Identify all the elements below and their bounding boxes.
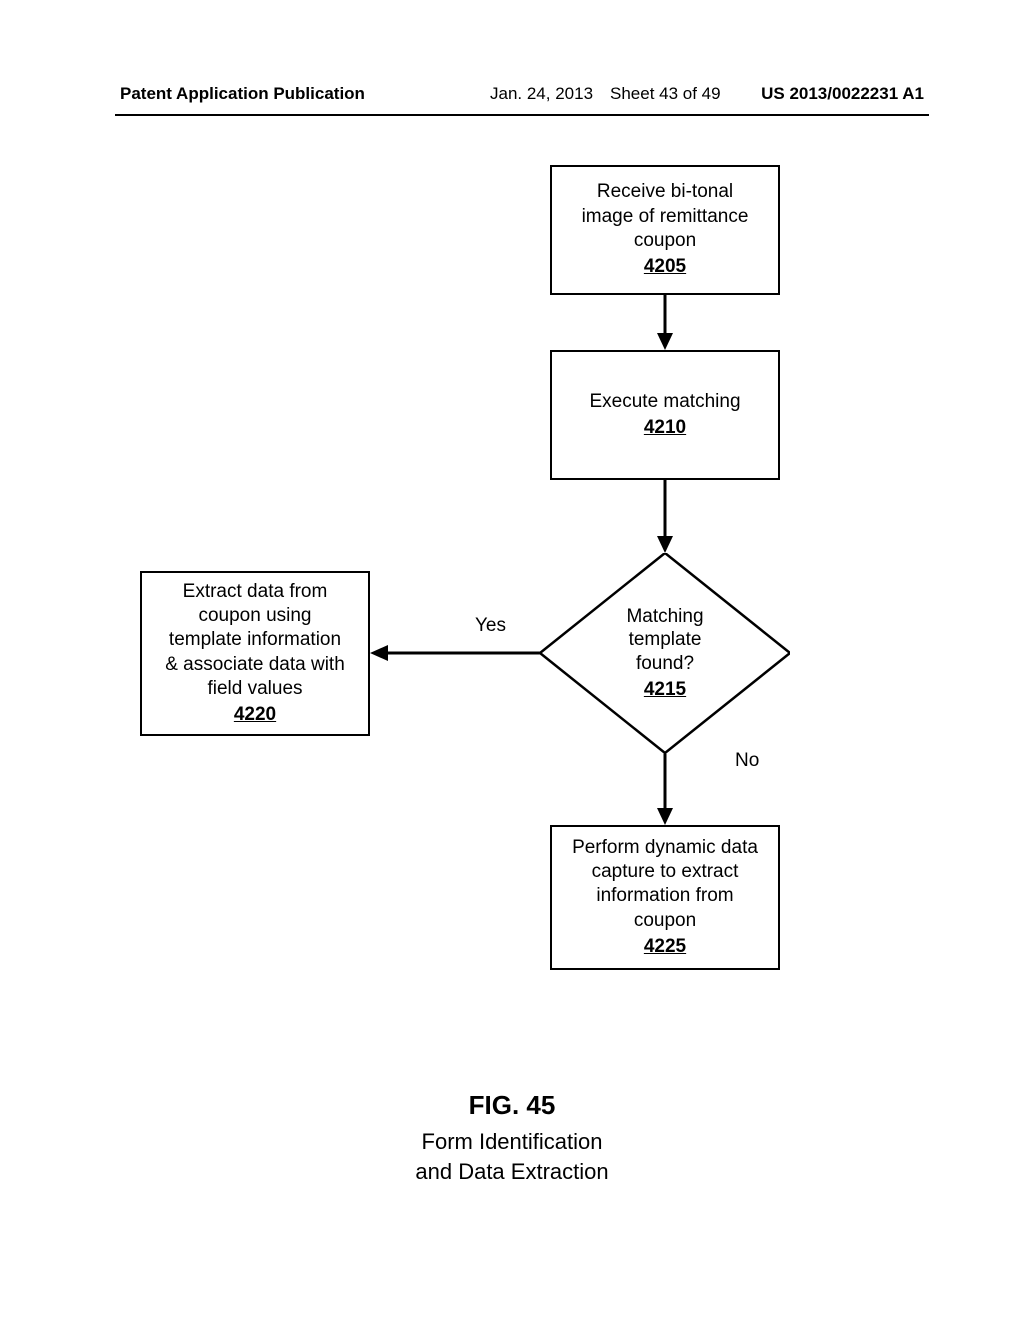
figure-title-line: Form Identification <box>0 1127 1024 1157</box>
flow-decision-4215: Matching template found? 4215 <box>540 553 790 753</box>
step-text: coupon <box>634 909 696 933</box>
figure-title-line: and Data Extraction <box>0 1157 1024 1187</box>
step-number: 4220 <box>234 703 276 727</box>
flow-step-4205: Receive bi-tonal image of remittance cou… <box>550 165 780 295</box>
arrow-4215-yes-to-4220 <box>370 643 540 663</box>
step-text: Perform dynamic data <box>572 836 758 860</box>
header-pubnum: US 2013/0022231 A1 <box>761 84 924 104</box>
step-text: coupon <box>634 229 696 253</box>
page-header: Patent Application Publication Jan. 24, … <box>120 84 924 112</box>
header-date: Jan. 24, 2013 <box>490 84 593 104</box>
step-text: template information <box>169 628 341 652</box>
decision-text: Matching <box>626 605 703 629</box>
step-text: image of remittance <box>582 205 749 229</box>
step-text: Extract data from <box>183 580 328 604</box>
step-text: capture to extract <box>592 860 739 884</box>
step-text: information from <box>596 884 733 908</box>
edge-label-no: No <box>735 750 759 772</box>
decision-text: found? <box>636 652 694 676</box>
step-text: coupon using <box>198 604 311 628</box>
step-number: 4205 <box>644 255 686 279</box>
arrow-4205-to-4210 <box>655 295 675 350</box>
header-publication-label: Patent Application Publication <box>120 84 365 104</box>
header-sheet: Sheet 43 of 49 <box>610 84 721 104</box>
flow-step-4210: Execute matching 4210 <box>550 350 780 480</box>
flow-step-4220: Extract data from coupon using template … <box>140 571 370 736</box>
header-rule <box>115 114 929 116</box>
flow-step-4225: Perform dynamic data capture to extract … <box>550 825 780 970</box>
step-text: Execute matching <box>589 390 740 414</box>
step-text: field values <box>207 677 302 701</box>
arrow-4210-to-4215 <box>655 480 675 553</box>
step-number: 4210 <box>644 416 686 440</box>
step-text: Receive bi-tonal <box>597 180 733 204</box>
step-number: 4225 <box>644 935 686 959</box>
figure-number: FIG. 45 <box>0 1090 1024 1121</box>
edge-label-yes: Yes <box>475 615 506 637</box>
decision-number: 4215 <box>644 678 686 702</box>
step-text: & associate data with <box>165 653 345 677</box>
figure-caption: FIG. 45 Form Identification and Data Ext… <box>0 1090 1024 1186</box>
decision-text: template <box>629 628 702 652</box>
flowchart: Receive bi-tonal image of remittance cou… <box>0 165 1024 1065</box>
arrow-4215-no-to-4225 <box>655 753 675 825</box>
